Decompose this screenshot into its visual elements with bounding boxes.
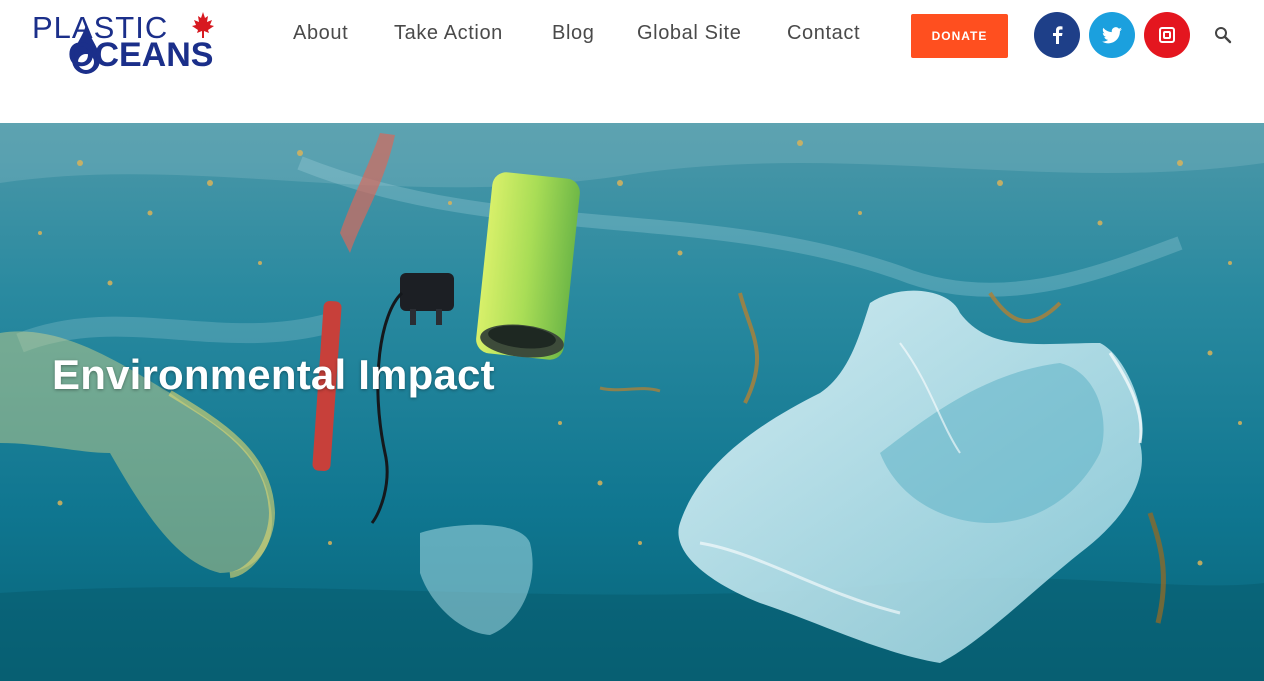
hero-title: Environmental Impact <box>52 351 495 398</box>
facebook-icon <box>1053 26 1063 44</box>
twitter-icon <box>1102 26 1122 43</box>
nav-item-blog[interactable]: Blog <box>552 22 594 45</box>
search-icon[interactable] <box>1214 26 1232 44</box>
site-header: PLASTIC OCEANS About Take Action Blog Gl… <box>0 0 1264 123</box>
nav-item-global-site[interactable]: Global Site <box>637 22 741 45</box>
hero-banner: Environmental Impact <box>0 123 1264 681</box>
instagram-icon <box>1159 27 1175 43</box>
twitter-button[interactable] <box>1089 12 1135 58</box>
donate-button[interactable]: DONATE <box>911 14 1008 58</box>
hero-background-image <box>0 123 1264 681</box>
nav-item-contact[interactable]: Contact <box>787 22 860 45</box>
logo-text-oceans: OCEANS <box>68 36 214 74</box>
site-logo[interactable]: PLASTIC OCEANS <box>30 8 235 78</box>
instagram-button[interactable] <box>1144 12 1190 58</box>
facebook-button[interactable] <box>1034 12 1080 58</box>
nav-item-take-action[interactable]: Take Action <box>394 22 503 45</box>
donate-button-label: DONATE <box>931 29 988 43</box>
nav-item-about[interactable]: About <box>293 22 348 45</box>
